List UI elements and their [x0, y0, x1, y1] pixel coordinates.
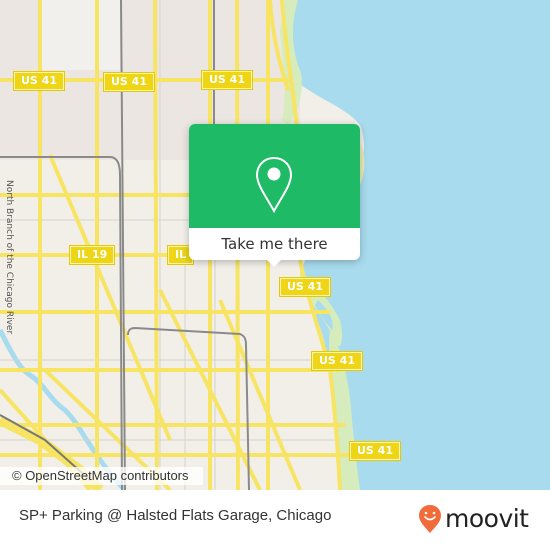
map-canvas[interactable]: US 41 US 41 US 41 IL 19 IL US 41 US 41 U… [0, 0, 550, 490]
popup-pointer [265, 258, 283, 267]
footer-bar: SP+ Parking @ Halsted Flats Garage, Chic… [0, 490, 550, 550]
place-name: SP+ Parking @ Halsted Flats Garage, Chic… [19, 507, 332, 524]
route-shield-us41: US 41 [280, 278, 330, 296]
popup-header [189, 124, 360, 228]
take-me-there-button[interactable]: Take me there [189, 228, 360, 260]
route-shield-us41: US 41 [14, 72, 64, 90]
location-popup: Take me there [189, 124, 360, 267]
moovit-pin-icon [419, 505, 441, 533]
route-shield-us41: US 41 [104, 73, 154, 91]
map-pin-icon [255, 156, 293, 214]
route-shield-il19: IL 19 [70, 246, 115, 264]
route-shield-us41: US 41 [312, 352, 362, 370]
route-shield-us41: US 41 [202, 71, 252, 89]
map-attribution[interactable]: © OpenStreetMap contributors [0, 467, 203, 485]
river-label: North Branch of the Chicago River [4, 180, 14, 335]
moovit-wordmark: moovit [445, 504, 529, 533]
route-shield-us41: US 41 [350, 442, 400, 460]
moovit-logo[interactable]: moovit [418, 504, 529, 534]
park-area [40, 0, 120, 70]
